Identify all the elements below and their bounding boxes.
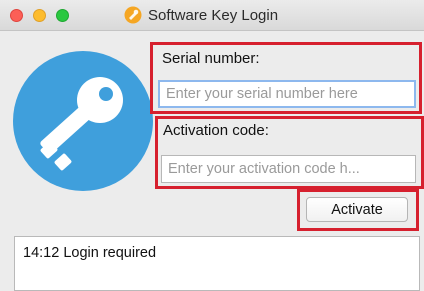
- window-title: Software Key Login: [148, 7, 279, 24]
- status-log-line: 14:12 Login required: [23, 245, 157, 261]
- serial-number-input[interactable]: [158, 80, 416, 108]
- zoom-window-button[interactable]: [56, 9, 69, 22]
- key-icon: [13, 51, 153, 191]
- close-window-button[interactable]: [10, 9, 23, 22]
- activation-code-input[interactable]: [161, 155, 416, 183]
- minimize-window-button[interactable]: [33, 9, 46, 22]
- activate-button[interactable]: Activate: [306, 197, 408, 222]
- activation-code-label: Activation code:: [163, 122, 269, 139]
- login-window: Software Key Login Serial number: Activa…: [0, 0, 424, 291]
- title-bar[interactable]: Software Key Login: [0, 0, 424, 31]
- app-icon: [124, 6, 142, 24]
- serial-number-label: Serial number:: [162, 50, 260, 67]
- status-log: 14:12 Login required: [14, 236, 420, 291]
